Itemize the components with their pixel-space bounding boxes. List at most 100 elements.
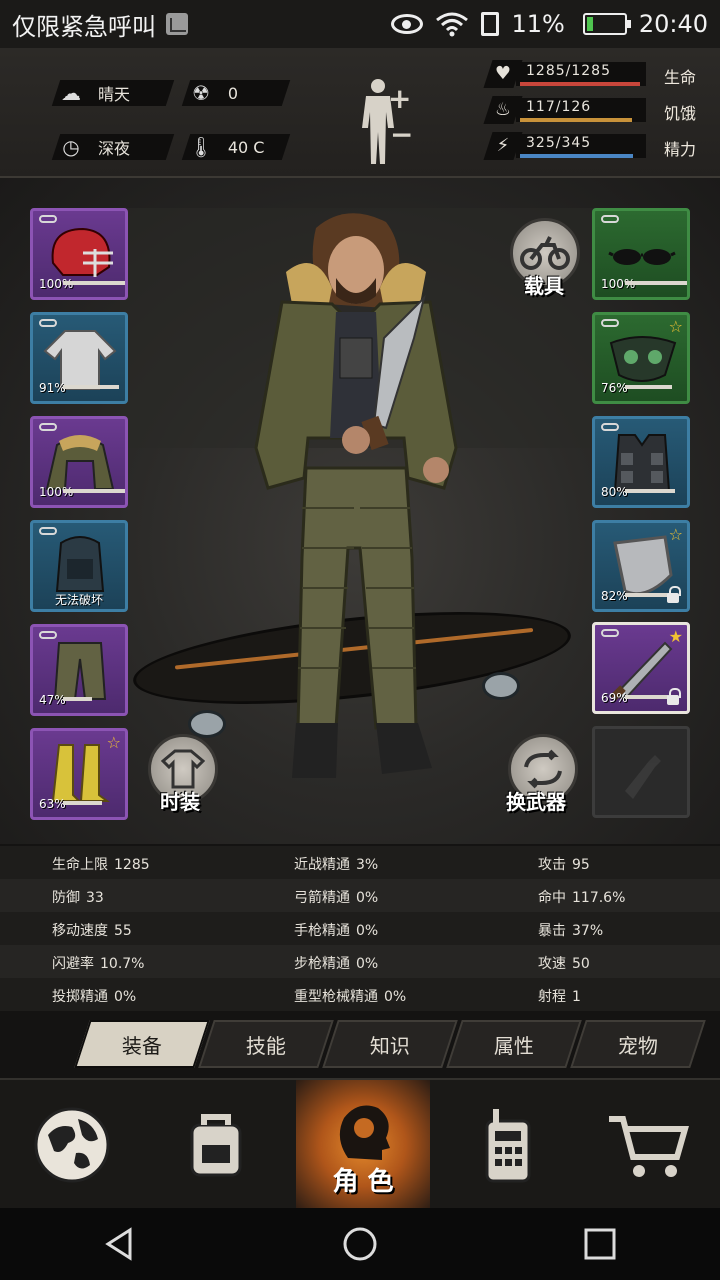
attribute-row: 生命上限 1285 近战精通 3% 攻击 95: [0, 846, 720, 879]
time-tag: ◷ 深夜: [51, 134, 175, 160]
attribute-value: 3%: [356, 857, 379, 873]
tab-equipment[interactable]: 装备: [74, 1020, 210, 1068]
weapon-slot[interactable]: ★ 69%: [592, 622, 690, 714]
chain-link-icon: [39, 215, 57, 223]
stomach-icon: ♨: [494, 99, 512, 120]
battery-icon: [582, 13, 631, 35]
home-button[interactable]: [342, 1226, 378, 1262]
attribute-value: 117.6%: [572, 890, 626, 906]
backpack-slot[interactable]: 无法破坏: [30, 520, 128, 612]
attribute-row: 移动速度 55 手枪精通 0% 暴击 37%: [0, 912, 720, 945]
shield-durability-text: 82%: [601, 589, 628, 603]
pants-slot[interactable]: 47%: [30, 624, 128, 716]
nav-character-label: 角 色: [332, 1167, 394, 1197]
attribute-label: 重型枪械精通: [294, 989, 378, 1005]
attribute-cell: 生命上限 1285: [52, 854, 150, 874]
shield-slot[interactable]: ☆ 82%: [592, 520, 690, 612]
nav-inventory[interactable]: [144, 1080, 288, 1210]
backpack-indestructible-label: 无法破坏: [54, 593, 103, 607]
attribute-label: 移动速度: [52, 923, 108, 939]
attribute-value: 0%: [356, 923, 379, 939]
attribute-value: 0%: [356, 890, 379, 906]
attribute-cell: 攻击 95: [538, 854, 590, 874]
attribute-row: 闪避率 10.7% 步枪精通 0% 攻速 50: [0, 945, 720, 978]
jacket-slot[interactable]: 100%: [30, 416, 128, 508]
secondary-weapon-slot[interactable]: [592, 726, 690, 818]
home-circle-icon: [343, 1227, 377, 1261]
helmet-durability-bar: [63, 281, 125, 285]
attribute-value: 95: [572, 857, 590, 873]
thermometer-icon: 🌡: [188, 135, 214, 159]
attribute-value: 0%: [384, 989, 407, 1005]
top-hud: ☁ 晴天 ☢ 0 ◷ 深夜 🌡 40 C + − ♥ 1285/1285 生命 …: [0, 48, 720, 178]
backpack-nav-icon: [190, 1114, 242, 1177]
walkie-talkie-icon: [485, 1109, 531, 1183]
mask-durability-bar: [625, 385, 672, 389]
sim-alert-icon: [481, 12, 500, 36]
lock-icon: [667, 586, 681, 603]
eye-comfort-icon: [391, 14, 424, 34]
head-gear-icon: [339, 1105, 390, 1160]
shirt-slot[interactable]: 91%: [30, 312, 128, 404]
survivor-character: [254, 213, 458, 778]
helmet-slot[interactable]: 100%: [30, 208, 128, 300]
radiation-icon: ☢: [192, 81, 210, 105]
back-triangle-icon: [105, 1227, 132, 1261]
nav-shop[interactable]: [576, 1080, 720, 1210]
glasses-slot[interactable]: 100%: [592, 208, 690, 300]
attribute-cell: 弓箭精通 0%: [294, 887, 378, 907]
time-of-day-text: 深夜: [98, 139, 131, 158]
attribute-value: 1: [572, 989, 581, 1005]
attribute-label: 投掷精通: [52, 989, 108, 1005]
temperature-value: 40 C: [228, 137, 265, 157]
skateboard-wheel: [188, 710, 226, 738]
nav-character[interactable]: 角 色: [296, 1080, 430, 1210]
nav-radio[interactable]: [436, 1080, 580, 1210]
carrier-text: 仅限紧急呼叫: [12, 12, 156, 41]
health-stat: ♥ 1285/1285 生命: [483, 60, 708, 90]
vest-slot[interactable]: 80%: [592, 416, 690, 508]
weapon-durability-bar: [625, 695, 668, 699]
body-status-button[interactable]: + −: [348, 78, 428, 168]
chain-link-icon: [39, 631, 57, 639]
attribute-label: 射程: [538, 989, 566, 1005]
attribute-label: 步枪精通: [294, 956, 350, 972]
notification-icon: [166, 13, 188, 35]
radiation-value: 0: [228, 83, 239, 103]
weather-tag: ☁ 晴天: [51, 80, 175, 106]
tab-skills[interactable]: 技能: [198, 1020, 334, 1068]
attribute-label: 攻击: [538, 857, 566, 873]
recents-button[interactable]: [582, 1226, 618, 1262]
attribute-cell: 近战精通 3%: [294, 854, 378, 874]
skateboard-wheel: [482, 672, 520, 700]
back-button[interactable]: [102, 1226, 138, 1262]
attribute-value: 10.7%: [100, 956, 145, 972]
attribute-cell: 防御 33: [52, 887, 104, 907]
chain-link-icon: [39, 423, 57, 431]
hunger-bar: [520, 118, 632, 122]
swap-arrows-icon: [524, 749, 562, 789]
tab-knowledge[interactable]: 知识: [322, 1020, 458, 1068]
character-scene: 100% 91% 100% 无法破坏 47% ☆ 63% 100% ☆ 76% …: [0, 178, 720, 844]
shirt-durability-text: 91%: [39, 381, 66, 395]
attribute-label: 手枪精通: [294, 923, 350, 939]
attribute-label: 防御: [52, 890, 80, 906]
attribute-label: 近战精通: [294, 857, 350, 873]
attribute-cell: 闪避率 10.7%: [52, 953, 144, 973]
attribute-value: 33: [86, 890, 104, 906]
lock-icon: [667, 688, 681, 705]
tab-attributes[interactable]: 属性: [446, 1020, 582, 1068]
pants-durability-text: 47%: [39, 693, 66, 707]
chain-link-icon: [39, 319, 57, 327]
nav-world-map[interactable]: [0, 1080, 144, 1210]
boots-slot[interactable]: ☆ 63%: [30, 728, 128, 820]
boots-durability-bar: [63, 801, 102, 805]
weapon-durability-text: 69%: [601, 691, 628, 705]
mask-slot[interactable]: ☆ 76%: [592, 312, 690, 404]
system-nav-bar: [0, 1208, 720, 1280]
shopping-cart-icon: [609, 1116, 689, 1177]
attribute-label: 攻速: [538, 956, 566, 972]
status-bar: 仅限紧急呼叫 11% 20:40: [0, 0, 720, 48]
tab-pets[interactable]: 宠物: [570, 1020, 706, 1068]
bottom-nav: 角 色: [0, 1078, 720, 1210]
